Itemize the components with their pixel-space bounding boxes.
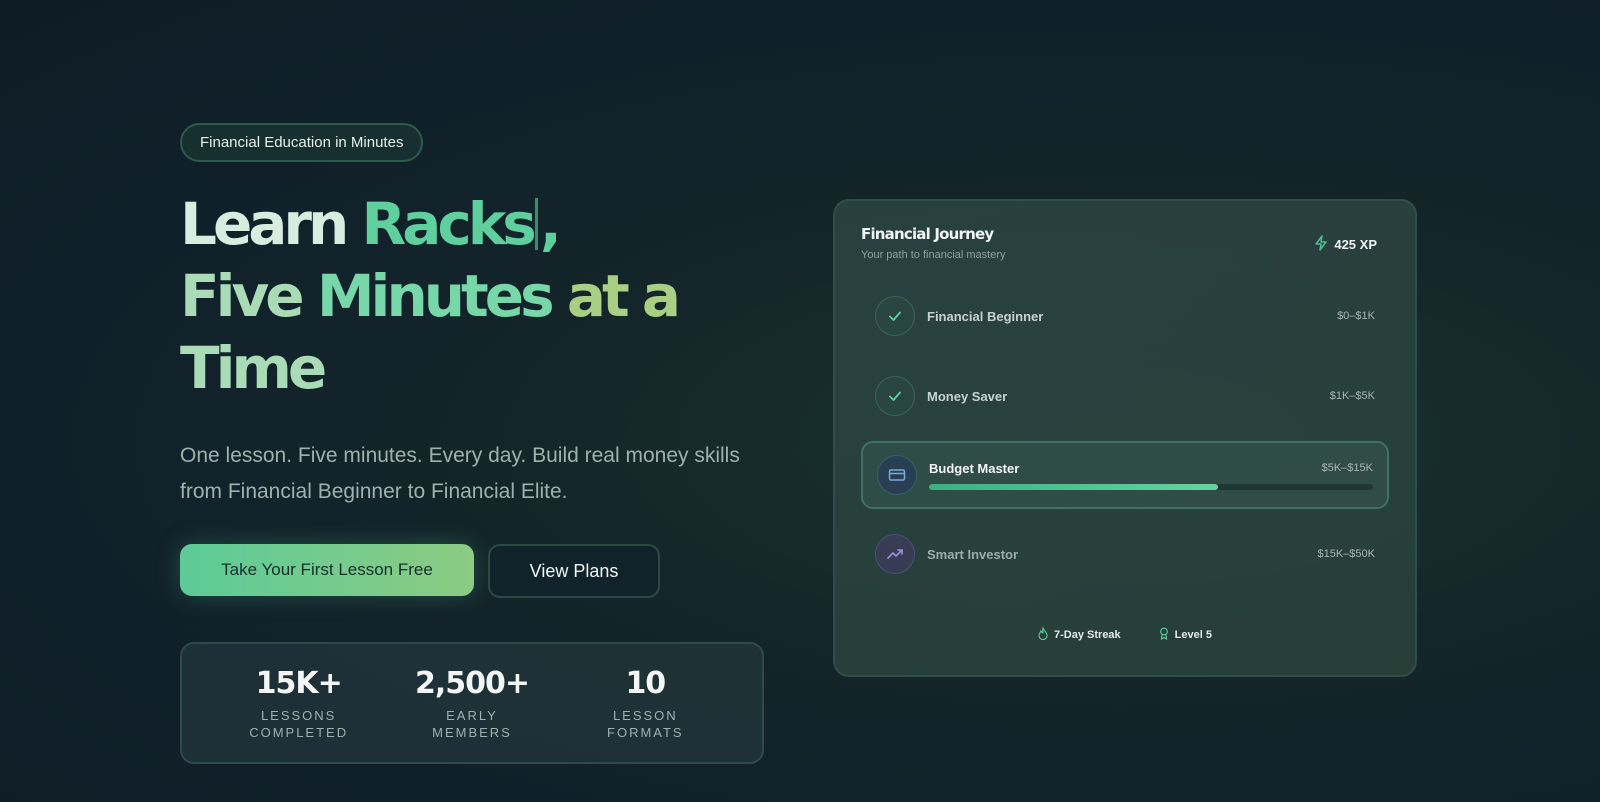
level-name: Money Saver	[927, 388, 1008, 404]
hero-subtitle: One lesson. Five minutes. Every day. Bui…	[180, 444, 740, 503]
streak-indicator: 7-Day Streak	[1038, 626, 1121, 643]
check-icon	[875, 296, 915, 336]
stat-label: EARLY MEMBERS	[397, 707, 547, 741]
stat-label-line: LESSON	[612, 707, 678, 723]
card-footer: 7-Day Streak Level 5	[835, 626, 1415, 643]
stat-label-line: LESSONS	[260, 707, 337, 723]
level-range: $0–$1K	[1337, 310, 1375, 322]
hero-headline: Learn Racks, Five Minutes at a Time	[180, 188, 780, 404]
level-item-smart-investor[interactable]: Smart Investor $15K–$50K	[861, 519, 1389, 589]
stat-label-line: MEMBERS	[432, 724, 512, 740]
headline-word-time: Time	[180, 334, 327, 402]
stat-formats: 10 LESSON FORMATS	[570, 666, 720, 741]
level-name: Budget Master	[929, 460, 1020, 476]
level-range: $15K–$50K	[1317, 548, 1376, 560]
flame-icon	[1038, 626, 1048, 643]
headline-word-minutes: Minutes	[316, 262, 567, 330]
stat-label-line: COMPLETED	[249, 724, 349, 740]
card-header: Financial Journey Your path to financial…	[861, 225, 1389, 261]
stat-label-line: EARLY	[446, 707, 498, 723]
hero-buttons: Take Your First Lesson Free View Plans	[180, 544, 780, 598]
headline-word-at-a: at a	[566, 262, 681, 330]
headline-word-five: Five	[180, 262, 317, 330]
stats-panel: 15K+ LESSONS COMPLETED 2,500+ EARLY MEMB…	[180, 642, 764, 764]
level-progress-track	[929, 483, 1373, 490]
level-range: $5K–$15K	[1321, 462, 1373, 474]
level-label: Level 5	[1174, 629, 1212, 641]
level-item-financial-beginner[interactable]: Financial Beginner $0–$1K	[861, 281, 1389, 351]
stat-lessons: 15K+ LESSONS COMPLETED	[224, 666, 374, 741]
card-subtitle: Your path to financial mastery	[861, 249, 1006, 261]
stat-label-line: FORMATS	[607, 724, 684, 740]
level-progress-fill	[929, 483, 1218, 490]
stat-label: LESSON FORMATS	[570, 707, 720, 741]
stat-members: 2,500+ EARLY MEMBERS	[397, 666, 547, 741]
level-item-budget-master[interactable]: Budget Master $5K–$15K	[861, 441, 1389, 509]
first-lesson-button[interactable]: Take Your First Lesson Free	[180, 544, 474, 596]
lightning-icon	[1314, 235, 1328, 254]
stat-label: LESSONS COMPLETED	[224, 707, 374, 741]
credit-card-icon	[877, 455, 917, 495]
trending-up-icon	[875, 534, 915, 574]
level-item-money-saver[interactable]: Money Saver $1K–$5K	[861, 361, 1389, 431]
level-name: Financial Beginner	[927, 308, 1044, 324]
financial-journey-card: Financial Journey Your path to financial…	[833, 199, 1417, 677]
stat-value: 15K+	[255, 665, 343, 701]
card-title: Financial Journey	[861, 225, 994, 243]
hero-badge: Financial Education in Minutes	[180, 123, 424, 162]
hero-section: Financial Education in Minutes Learn Rac…	[180, 123, 780, 764]
level-list: Financial Beginner $0–$1K Money Saver $1…	[861, 281, 1389, 589]
streak-label: 7-Day Streak	[1054, 629, 1121, 641]
check-icon	[875, 376, 915, 416]
view-plans-button[interactable]: View Plans	[488, 544, 660, 598]
headline-word-racks: Racks	[361, 190, 537, 258]
level-indicator: Level 5	[1159, 627, 1212, 643]
stat-value: 10	[625, 665, 666, 701]
xp-counter: 425 XP	[1314, 235, 1377, 254]
typing-caret	[534, 198, 538, 250]
headline-comma: ,	[539, 190, 562, 258]
xp-value: 425 XP	[1334, 237, 1377, 252]
level-range: $1K–$5K	[1329, 390, 1375, 402]
level-name: Smart Investor	[927, 546, 1019, 562]
award-icon	[1159, 627, 1169, 643]
stat-value: 2,500+	[414, 665, 530, 701]
headline-word-learn: Learn	[180, 190, 362, 258]
